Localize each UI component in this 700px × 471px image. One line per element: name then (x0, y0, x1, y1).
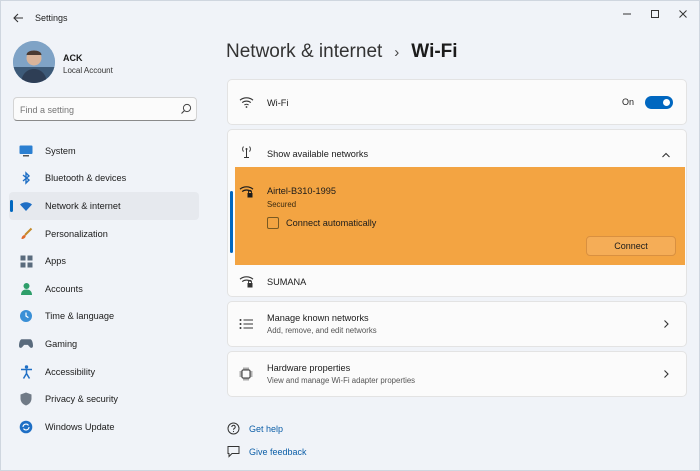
bluetooth-icon (19, 171, 33, 186)
show-networks-label[interactable]: Show available networks (267, 149, 368, 159)
sidebar-item-apps[interactable]: Apps (9, 247, 199, 275)
apps-icon (19, 254, 33, 268)
person-icon (19, 282, 33, 296)
sidebar-item-label: Windows Update (45, 421, 115, 432)
connect-automatically-label: Connect automatically (286, 218, 377, 228)
sidebar-item-gaming[interactable]: Gaming (9, 330, 199, 358)
get-help-link[interactable]: Get help (249, 424, 283, 434)
sidebar-item-label: Bluetooth & devices (45, 173, 127, 184)
sidebar-item-network[interactable]: Network & internet (9, 192, 199, 220)
maximize-icon (651, 10, 659, 18)
chevron-right-icon (664, 320, 669, 328)
maximize-button[interactable] (641, 5, 669, 23)
globe-clock-icon (19, 309, 33, 323)
minimize-icon (623, 13, 631, 15)
app-title: Settings (35, 13, 68, 23)
sidebar-item-label: Privacy & security (45, 394, 119, 405)
sidebar-item-label: Network & internet (45, 200, 121, 211)
sidebar-item-accounts[interactable]: Accounts (9, 275, 199, 303)
sidebar-item-privacy[interactable]: Privacy & security (9, 385, 199, 413)
network-name-sumana[interactable]: SUMANA (267, 277, 306, 287)
help-icon (227, 422, 240, 435)
sidebar-item-label: Accessibility (45, 366, 96, 377)
chevron-up-icon[interactable] (661, 150, 671, 160)
search-box (13, 97, 197, 121)
selection-indicator (230, 191, 233, 253)
sidebar-item-label: Gaming (45, 338, 78, 349)
network-status: Secured (267, 200, 297, 209)
page-title: Wi-Fi (411, 41, 458, 62)
profile-account-type: Local Account (63, 66, 113, 75)
sidebar-item-label: Time & language (45, 311, 115, 322)
wifi-toggle-state: On (622, 97, 635, 107)
search-input[interactable] (20, 101, 170, 118)
feedback-icon (227, 446, 240, 458)
sidebar-item-accessibility[interactable]: Accessibility (9, 358, 199, 386)
sidebar-item-label: Personalization (45, 228, 108, 239)
user-photo-icon (13, 41, 55, 83)
antenna-icon (242, 146, 251, 158)
back-arrow-icon (12, 13, 23, 23)
wifi-label: Wi-Fi (267, 98, 289, 108)
brush-icon (19, 227, 33, 241)
accessibility-icon (19, 364, 33, 379)
chevron-right-icon: › (394, 43, 400, 61)
chevron-right-icon (664, 370, 669, 378)
close-button[interactable] (669, 5, 697, 23)
sidebar-item-label: Accounts (45, 283, 83, 294)
sidebar-nav: System Bluetooth & devices Network & int… (9, 137, 199, 441)
give-feedback-link[interactable]: Give feedback (249, 447, 307, 457)
title-bar: Settings (1, 1, 699, 35)
list-icon (239, 319, 253, 329)
sidebar-item-system[interactable]: System (9, 137, 199, 165)
connect-button[interactable]: Connect (586, 236, 676, 256)
monitor-icon (19, 144, 33, 158)
close-icon (679, 10, 687, 18)
settings-window: Settings ACK Local Account Find a settin… (0, 0, 700, 471)
minimize-button[interactable] (613, 5, 641, 23)
connect-automatically-checkbox[interactable] (267, 217, 279, 229)
secured-wifi-icon (239, 186, 254, 198)
sidebar-item-bluetooth[interactable]: Bluetooth & devices (9, 165, 199, 193)
breadcrumb-parent[interactable]: Network & internet (226, 41, 382, 63)
profile-name: ACK (63, 53, 83, 63)
sidebar-item-label: System (45, 145, 76, 156)
sidebar-item-label: Apps (45, 256, 66, 267)
hardware-label: Hardware properties (267, 363, 351, 373)
back-button[interactable] (9, 9, 27, 27)
sidebar-item-time-language[interactable]: Time & language (9, 303, 199, 331)
wifi-toggle-card: Wi-Fi On (227, 79, 687, 125)
wifi-toggle-switch[interactable] (645, 96, 673, 109)
gamepad-icon (19, 337, 33, 351)
manage-known-networks-card[interactable]: Manage known networks Add, remove, and e… (227, 301, 687, 347)
secured-wifi-icon (239, 276, 254, 288)
breadcrumb: Network & internet › Wi-Fi (226, 41, 458, 63)
hardware-properties-card[interactable]: Hardware properties View and manage Wi-F… (227, 351, 687, 397)
search-icon[interactable] (180, 103, 192, 115)
wifi-icon (19, 199, 33, 213)
sidebar-item-personalization[interactable]: Personalization (9, 220, 199, 248)
sidebar-item-windows-update[interactable]: Windows Update (9, 413, 199, 441)
chip-icon (239, 367, 253, 381)
update-icon (19, 420, 33, 434)
shield-icon (19, 392, 33, 406)
wifi-icon (239, 97, 254, 108)
avatar[interactable] (13, 41, 55, 83)
manage-known-sub: Add, remove, and edit networks (267, 326, 377, 335)
hardware-sub: View and manage Wi-Fi adapter properties (267, 376, 416, 385)
network-name: Airtel-B310-1995 (267, 186, 336, 196)
manage-known-label: Manage known networks (267, 313, 369, 323)
